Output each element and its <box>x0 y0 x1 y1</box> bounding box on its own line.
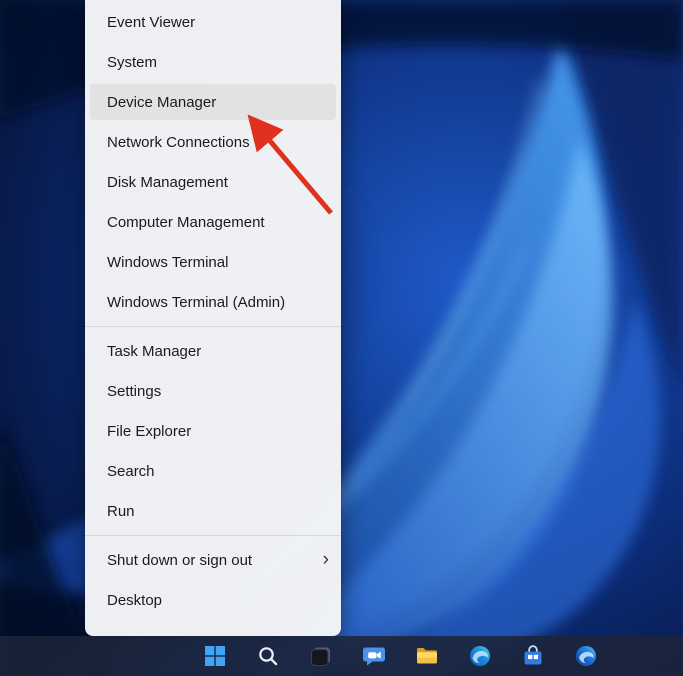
menu-item-task-manager[interactable]: Task Manager <box>85 331 341 371</box>
task-view-button[interactable] <box>301 638 341 674</box>
taskbar <box>0 636 683 676</box>
chevron-right-icon: › <box>322 548 329 570</box>
menu-item-label: Shut down or sign out <box>107 551 253 569</box>
chat-button[interactable] <box>354 638 394 674</box>
menu-item-windows-terminal-admin[interactable]: Windows Terminal (Admin) <box>85 282 341 322</box>
chat-icon <box>362 647 385 665</box>
store-button[interactable] <box>513 638 553 674</box>
windows-logo-icon <box>205 646 225 666</box>
task-view-icon <box>311 647 330 666</box>
menu-item-disk-management[interactable]: Disk Management <box>85 162 341 202</box>
menu-item-event-viewer[interactable]: Event Viewer <box>85 2 341 42</box>
menu-item-settings[interactable]: Settings <box>85 371 341 411</box>
menu-item-shut-down-or-sign-out[interactable]: Shut down or sign out › <box>85 540 341 580</box>
menu-item-windows-terminal[interactable]: Windows Terminal <box>85 242 341 282</box>
menu-item-file-explorer[interactable]: File Explorer <box>85 411 341 451</box>
menu-item-run[interactable]: Run <box>85 491 341 531</box>
edge-icon <box>470 646 490 666</box>
menu-item-search[interactable]: Search <box>85 451 341 491</box>
browser-button[interactable] <box>566 638 606 674</box>
menu-item-device-manager[interactable]: Device Manager <box>90 84 336 120</box>
file-explorer-icon <box>417 648 437 664</box>
store-icon <box>524 645 542 665</box>
menu-item-system[interactable]: System <box>85 42 341 82</box>
search-icon <box>259 647 278 666</box>
menu-item-desktop[interactable]: Desktop <box>85 580 341 620</box>
file-explorer-button[interactable] <box>407 638 447 674</box>
edge-button[interactable] <box>460 638 500 674</box>
search-button[interactable] <box>248 638 288 674</box>
menu-separator <box>85 326 341 327</box>
menu-item-network-connections[interactable]: Network Connections <box>85 122 341 162</box>
browser-icon <box>576 646 596 666</box>
menu-item-computer-management[interactable]: Computer Management <box>85 202 341 242</box>
taskbar-icon-group <box>0 638 606 674</box>
start-button[interactable] <box>195 638 235 674</box>
menu-separator <box>85 535 341 536</box>
winx-context-menu: Event Viewer System Device Manager Netwo… <box>85 0 341 636</box>
